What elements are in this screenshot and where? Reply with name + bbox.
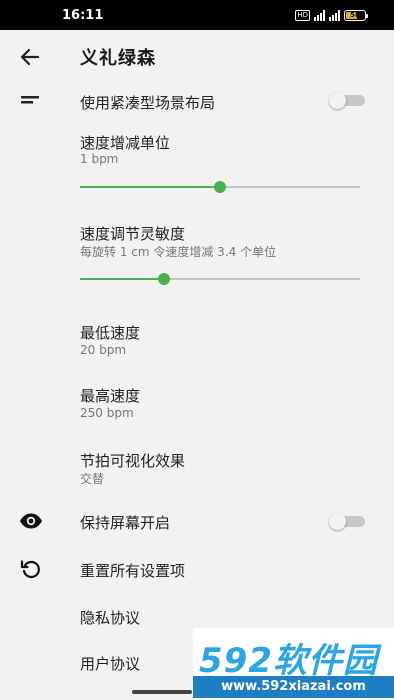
signal-icon-2	[329, 9, 340, 21]
gesture-nav-bar[interactable]	[132, 690, 192, 694]
beat-visual-label: 节拍可视化效果	[80, 452, 186, 470]
slider-active-track	[80, 278, 164, 280]
reset-all-label: 重置所有设置项	[80, 562, 186, 580]
status-bar: 16:11 HD 58	[0, 0, 394, 30]
toggle-thumb	[329, 513, 346, 530]
keep-screen-on-label: 保持屏幕开启	[80, 514, 171, 532]
min-speed-value: 20 bpm	[80, 343, 127, 357]
back-arrow-icon[interactable]	[18, 45, 42, 69]
page-title: 义礼绿森	[80, 48, 156, 69]
speed-step-label: 速度增减单位	[80, 134, 171, 152]
max-speed-label: 最高速度	[80, 387, 141, 405]
speed-sensitivity-value: 每旋转 1 cm 令速度增减 3.4 个单位	[80, 245, 277, 259]
watermark-url: www.592xiazai.com	[193, 676, 394, 698]
compact-layout-toggle[interactable]	[329, 92, 365, 109]
compact-layout-label: 使用紧凑型场景布局	[80, 94, 216, 112]
min-speed-label: 最低速度	[80, 324, 141, 342]
app-header: 义礼绿森	[0, 30, 394, 84]
compact-layout-icon	[21, 96, 39, 104]
hd-indicator: HD	[295, 9, 310, 21]
speed-sensitivity-label: 速度调节灵敏度	[80, 225, 186, 243]
max-speed-value: 250 bpm	[80, 406, 134, 420]
battery-icon: 58	[344, 9, 368, 21]
slider-thumb[interactable]	[158, 273, 170, 285]
privacy-policy-link[interactable]: 隐私协议	[80, 607, 140, 628]
speed-sensitivity-slider[interactable]	[80, 272, 360, 286]
speed-step-slider[interactable]	[80, 180, 360, 194]
beat-visual-value: 交替	[80, 472, 105, 486]
status-icons: HD 58	[295, 9, 368, 21]
slider-active-track	[80, 186, 220, 188]
status-time: 16:11	[62, 8, 104, 23]
watermark-logo: 592软件园	[199, 641, 378, 681]
eye-icon	[20, 513, 42, 529]
speed-step-value: 1 bpm	[80, 152, 119, 166]
user-agreement-link[interactable]: 用户协议	[80, 653, 140, 674]
toggle-thumb	[329, 92, 346, 109]
slider-thumb[interactable]	[214, 181, 226, 193]
keep-screen-on-toggle[interactable]	[329, 513, 365, 530]
reset-icon	[20, 560, 40, 579]
signal-icon	[314, 9, 325, 21]
watermark: 592软件园 www.592xiazai.com	[193, 628, 394, 700]
battery-level: 58	[350, 10, 360, 19]
